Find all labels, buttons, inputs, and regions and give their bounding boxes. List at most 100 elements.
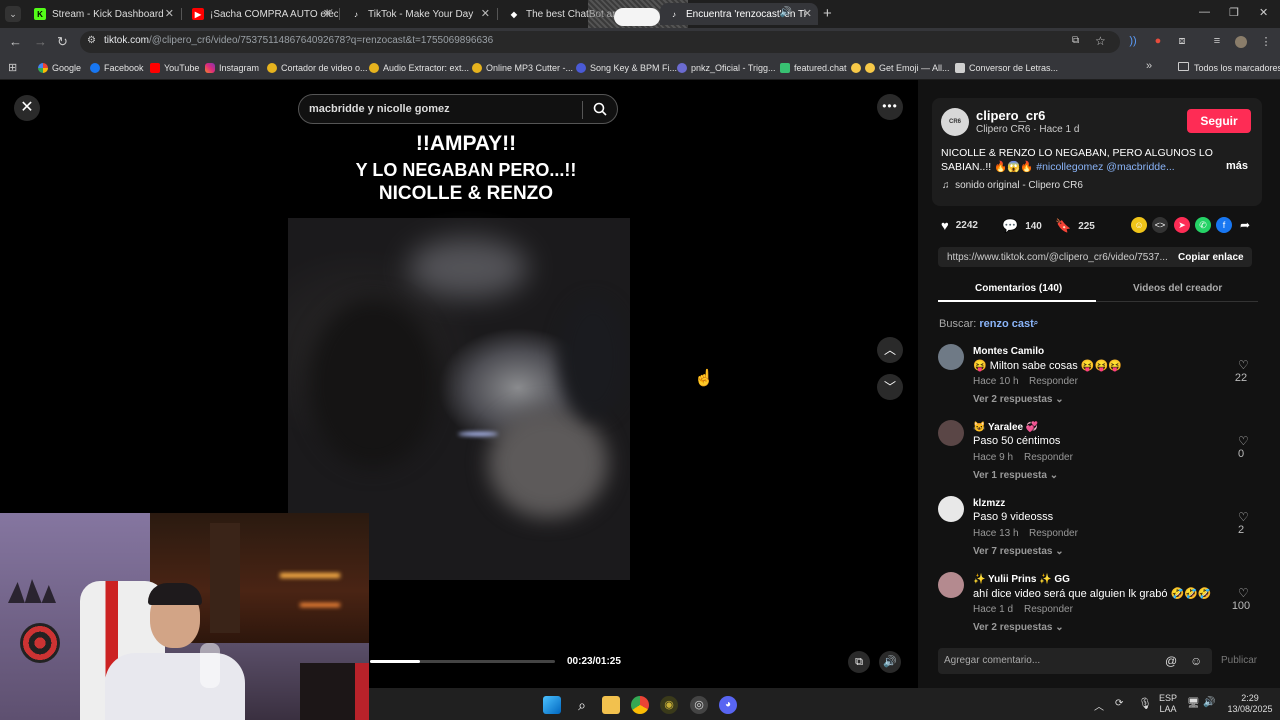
extension-wifi-icon[interactable]: )) [1126,35,1140,49]
tab-tiktok[interactable]: ♪ TikTok - Make Your Day ✕ [342,3,496,25]
comment-avatar[interactable] [938,496,964,522]
tray-app-icon[interactable]: ⟳ [1115,698,1123,709]
floating-player-icon[interactable]: ⧉ [848,651,870,673]
bookmark-get-emoji[interactable]: Get Emoji — All... [851,60,950,76]
volume-icon[interactable]: 🔊 [879,651,901,673]
bookmark-cortador[interactable]: Cortador de video o... [267,60,368,76]
speaker-icon[interactable]: 🔊 [780,7,792,18]
close-tab-icon[interactable]: ✕ [165,7,174,20]
mention-icon[interactable]: @ [1165,654,1177,668]
tab-creator-videos[interactable]: Videos del creador [1133,283,1222,294]
install-app-icon[interactable]: ⧉ [1072,35,1079,46]
volume-tray-icon[interactable]: 🔊 [1203,697,1215,708]
comment-like-icon[interactable]: ♡ [1238,510,1249,524]
like-button[interactable]: ♥ 2242 [941,218,978,233]
app-icon[interactable]: ◉ [660,696,678,714]
comment-avatar[interactable] [938,344,964,370]
facebook-share-icon[interactable]: f [1216,217,1232,233]
share-friends-icon[interactable]: ☺ [1131,217,1147,233]
search-input[interactable]: macbridde y nicolle gomez [309,103,450,115]
comment-like-icon[interactable]: ♡ [1238,358,1249,372]
tab-search-button[interactable]: ⌄ [5,6,21,22]
comment-button[interactable]: 💬 140 [1002,218,1042,234]
menu-dots-icon[interactable]: ⋮ [1259,35,1273,49]
comment-input[interactable]: Agregar comentario... [944,655,1040,666]
comment-author[interactable]: ✨ Yulii Prins ✨ GG [973,574,1070,585]
more-options-button[interactable]: ••• [877,94,903,120]
new-tab-button[interactable]: + [823,5,832,22]
comment-like-icon[interactable]: ♡ [1238,434,1249,448]
embed-icon[interactable]: <> [1152,217,1168,233]
save-button[interactable]: 🔖 225 [1055,218,1095,234]
creator-avatar[interactable]: CR6 [941,108,969,136]
all-bookmarks-folder[interactable]: Todos los marcadores [1178,60,1280,76]
back-icon[interactable]: ← [9,34,22,49]
comment-like-icon[interactable]: ♡ [1238,586,1249,600]
forward-icon[interactable]: → [34,34,47,49]
share-arrow-icon[interactable]: ➦ [1237,217,1253,233]
more-bookmarks-icon[interactable]: » [1146,60,1152,72]
profile-avatar[interactable] [1235,36,1247,48]
follow-button[interactable]: Seguir [1187,109,1251,133]
minimize-icon[interactable]: — [1199,6,1210,18]
send-icon[interactable]: ➤ [1174,217,1190,233]
tab-kick[interactable]: K Stream - Kick Dashboard ✕ [26,3,180,25]
bookmark-google[interactable]: Google [38,60,81,76]
extensions-puzzle-icon[interactable]: ⧈ [1175,35,1189,49]
more-description-button[interactable]: más [1226,160,1248,172]
search-term-link[interactable]: renzo cast [979,318,1033,330]
reply-button[interactable]: Responder [1029,528,1078,539]
video-progress-bar[interactable] [370,660,555,663]
publish-button[interactable]: Publicar [1221,655,1257,666]
comment-avatar[interactable] [938,420,964,446]
comment-author[interactable]: 😺 Yaralee 💞 [973,422,1038,433]
bookmark-youtube[interactable]: YouTube [150,60,199,76]
extension-red-icon[interactable]: ● [1151,35,1165,49]
close-video-button[interactable]: ✕ [14,95,40,121]
close-tab-icon[interactable]: ✕ [481,7,490,20]
view-replies-button[interactable]: Ver 2 respuestas ⌄ [973,622,1064,633]
whatsapp-icon[interactable]: ✆ [1195,217,1211,233]
next-video-button[interactable]: ﹀ [877,374,903,400]
view-replies-button[interactable]: Ver 1 respuesta ⌄ [973,470,1058,481]
previous-video-button[interactable]: ︿ [877,337,903,363]
windows-start-icon[interactable] [543,696,561,714]
description-tags[interactable]: #nicollegomez @macbridde... [1036,161,1174,173]
bookmark-conversor[interactable]: Conversor de Letras... [955,60,1058,76]
apps-grid-icon[interactable]: ⊞ [8,61,17,74]
creator-username[interactable]: clipero_cr6 [976,108,1045,123]
obs-icon[interactable]: ◎ [690,696,708,714]
share-link-text[interactable]: https://www.tiktok.com/@clipero_cr6/vide… [947,252,1169,263]
bookmark-mp3-cutter[interactable]: Online MP3 Cutter -... [472,60,573,76]
site-info-icon[interactable]: ⚙ [87,35,96,46]
bookmark-pnkz[interactable]: pnkz_Oficial - Trigg... [677,60,776,76]
microphone-icon[interactable]: 🎙 [1138,697,1152,710]
tab-encuentra-renzocast[interactable]: ♪ Encuentra 'renzocast' en Ti 🔊 ✕ [660,3,818,25]
emoji-icon[interactable]: ☺ [1190,654,1202,668]
close-tab-icon[interactable]: ✕ [323,7,332,20]
bookmark-audio-extractor[interactable]: Audio Extractor: ext... [369,60,469,76]
discord-icon[interactable]: ◕ [719,696,737,714]
reload-icon[interactable]: ↻ [57,34,68,50]
tab-comments[interactable]: Comentarios (140) [975,283,1062,294]
reply-button[interactable]: Responder [1024,452,1073,463]
comment-avatar[interactable] [938,572,964,598]
restore-icon[interactable]: ❐ [1229,6,1239,19]
comment-author[interactable]: klzmzz [973,498,1005,509]
add-comment-box[interactable]: Agregar comentario... @ ☺ [938,648,1212,674]
bookmark-instagram[interactable]: Instagram [205,60,259,76]
bookmark-facebook[interactable]: Facebook [90,60,144,76]
comment-author[interactable]: Montes Camilo [973,346,1044,357]
clock[interactable]: 2:29 13/08/2025 [1224,693,1276,715]
bookmark-song-key[interactable]: Song Key & BPM Fi... [576,60,677,76]
search-bar[interactable]: macbridde y nicolle gomez [298,94,618,124]
language-indicator[interactable]: ESP LAA [1157,693,1179,715]
bookmark-featured-chat[interactable]: featured.chat [780,60,847,76]
tray-overflow-icon[interactable]: ︿ [1094,698,1104,713]
tab-youtube[interactable]: ▶ ¡Sacha COMPRA AUTO eléc ✕ [184,3,338,25]
search-icon[interactable]: ⌕ [573,696,591,714]
reply-button[interactable]: Responder [1029,376,1078,387]
address-bar[interactable]: ⚙ tiktok.com/@clipero_cr6/video/75375114… [80,31,1120,53]
sound-link[interactable]: ♫ sonido original - Clipero CR6 [942,180,1083,191]
file-explorer-icon[interactable] [602,696,620,714]
